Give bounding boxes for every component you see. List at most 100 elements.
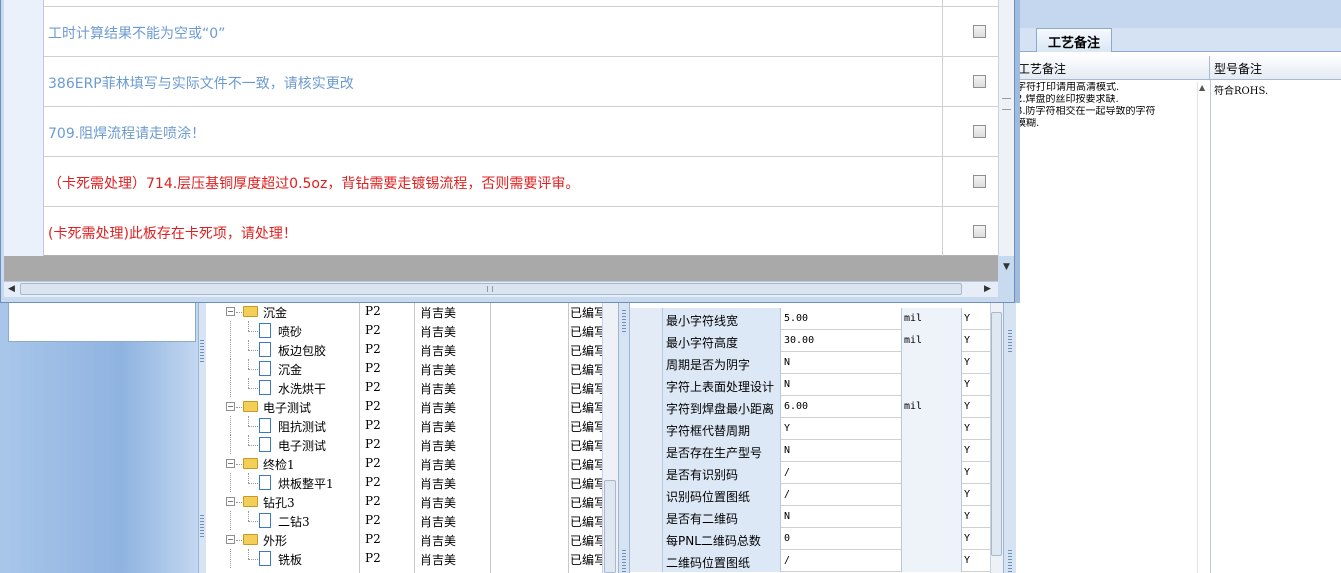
property-flag[interactable]: Y xyxy=(962,308,990,330)
check-message-row[interactable]: 386ERP菲林填写与实际文件不一致，请核实更改 xyxy=(4,57,998,107)
property-flag[interactable]: Y xyxy=(962,462,990,484)
property-value[interactable]: 5.00 xyxy=(781,308,902,330)
property-row[interactable]: 每PNL二维码总数 0 Y xyxy=(630,528,990,550)
row-header[interactable] xyxy=(630,462,663,484)
property-value[interactable]: / xyxy=(781,462,902,484)
tab-process-remark[interactable]: 工艺备注 xyxy=(1036,28,1112,52)
property-value[interactable]: / xyxy=(781,550,902,572)
property-value[interactable]: Y xyxy=(781,418,902,440)
row-header[interactable] xyxy=(630,396,663,418)
confirm-checkbox[interactable] xyxy=(973,25,986,38)
property-value[interactable]: N xyxy=(781,506,902,528)
check-message-row[interactable]: （卡死需处理）714.层压基铜厚度超过0.5oz，背钻需要走镀锡流程，否则需要评… xyxy=(4,157,998,207)
row-header[interactable] xyxy=(630,528,663,550)
property-row[interactable]: 是否有识别码 / Y xyxy=(630,462,990,484)
property-row[interactable]: 二维码位置图纸 / Y xyxy=(630,550,990,572)
row-header[interactable] xyxy=(630,352,663,374)
column-header-model-remark[interactable]: 型号备注 xyxy=(1211,56,1341,80)
property-row[interactable]: 最小字符高度 30.00 mil Y xyxy=(630,330,990,352)
property-value[interactable]: 6.00 xyxy=(781,396,902,418)
row-header[interactable] xyxy=(4,0,44,7)
confirm-checkbox[interactable] xyxy=(973,225,986,238)
check-message-row[interactable]: (卡死需处理)此板存在卡死项，请处理！ xyxy=(4,207,998,257)
left-list-box[interactable] xyxy=(8,302,196,342)
property-value[interactable]: N xyxy=(781,352,902,374)
confirm-checkbox[interactable] xyxy=(973,175,986,188)
process-remark-cell[interactable]: 字符打印请用高清模式. 2.焊盘的丝印按要求缺. 3.防字符相交在一起导致的字符 模糊… xyxy=(1016,82,1198,130)
collapse-icon[interactable]: − xyxy=(226,402,235,411)
model-remark-cell[interactable]: 符合ROHS. xyxy=(1214,82,1268,97)
row-header[interactable] xyxy=(630,440,663,462)
property-row[interactable]: 识别码位置图纸 / Y xyxy=(630,484,990,506)
scroll-left-arrow-icon[interactable]: ◀ xyxy=(8,284,15,294)
property-value[interactable]: N xyxy=(781,374,902,396)
property-row[interactable]: 字符到焊盘最小距离 6.00 mil Y xyxy=(630,396,990,418)
horizontal-scroll-thumb[interactable] xyxy=(20,283,962,295)
check-message-row[interactable]: 工时计算结果不能为空或“0” xyxy=(4,7,998,57)
property-flag[interactable]: Y xyxy=(962,440,990,462)
row-header[interactable] xyxy=(4,157,44,207)
property-value[interactable]: 30.00 xyxy=(781,330,902,352)
middle-splitter[interactable] xyxy=(618,300,630,573)
tree-row[interactable]: − 沉金 P2 肖吉美 已编写 xyxy=(206,302,618,321)
left-splitter[interactable] xyxy=(198,300,206,573)
confirm-checkbox[interactable] xyxy=(973,125,986,138)
tree-row[interactable]: 电子测试 P2 肖吉美 已编写 xyxy=(206,435,618,454)
property-flag[interactable]: Y xyxy=(962,396,990,418)
property-flag[interactable]: Y xyxy=(962,374,990,396)
tree-row[interactable]: 阻抗测试 P2 肖吉美 已编写 xyxy=(206,416,618,435)
property-row[interactable]: 是否存在生产型号 N Y xyxy=(630,440,990,462)
property-flag[interactable]: Y xyxy=(962,352,990,374)
row-header[interactable] xyxy=(630,418,663,440)
tree-row[interactable]: 二钻3 P2 肖吉美 已编写 xyxy=(206,511,618,530)
tree-row[interactable]: 沉金 P2 肖吉美 已编写 xyxy=(206,359,618,378)
tree-row[interactable]: − 钻孔3 P2 肖吉美 已编写 xyxy=(206,492,618,511)
confirm-checkbox[interactable] xyxy=(973,75,986,88)
scroll-down-arrow-icon[interactable]: ▼ xyxy=(1003,262,1010,272)
property-row[interactable]: 是否有二维码 N Y xyxy=(630,506,990,528)
tree-row[interactable]: − 电子测试 P2 肖吉美 已编写 xyxy=(206,397,618,416)
grid-vertical-scrollbar[interactable]: ▼ xyxy=(998,0,1014,272)
property-value[interactable]: / xyxy=(781,484,902,506)
collapse-icon[interactable]: − xyxy=(226,497,235,506)
property-row[interactable]: 字符框代替周期 Y Y xyxy=(630,418,990,440)
property-row[interactable]: 最小字符线宽 5.00 mil Y xyxy=(630,308,990,330)
property-flag[interactable]: Y xyxy=(962,330,990,352)
property-flag[interactable]: Y xyxy=(962,506,990,528)
scroll-right-arrow-icon[interactable]: ▶ xyxy=(984,284,991,294)
row-header[interactable] xyxy=(630,308,663,330)
row-header[interactable] xyxy=(4,107,44,157)
tree-row[interactable]: 板边包胶 P2 肖吉美 已编写 xyxy=(206,340,618,359)
property-scroll-thumb[interactable] xyxy=(991,312,1002,556)
collapse-icon[interactable]: − xyxy=(226,307,235,316)
row-header[interactable] xyxy=(4,7,44,57)
property-value[interactable]: N xyxy=(781,440,902,462)
column-header-process-remark[interactable]: 工艺备注 xyxy=(1016,56,1210,80)
property-value[interactable]: 0 xyxy=(781,528,902,550)
remark-cell-scrollbar[interactable]: ▲ xyxy=(1197,82,1209,573)
tree-row[interactable]: 喷砂 P2 肖吉美 已编写 xyxy=(206,321,618,340)
tree-row[interactable]: − 终检1 P2 肖吉美 已编写 xyxy=(206,454,618,473)
row-header[interactable] xyxy=(4,207,44,257)
tree-row[interactable]: − 外形 P2 肖吉美 已编写 xyxy=(206,530,618,549)
row-header[interactable] xyxy=(630,550,663,572)
tree-row[interactable]: 水洗烘干 P2 肖吉美 已编写 xyxy=(206,378,618,397)
property-row[interactable]: 字符上表面处理设计 N Y xyxy=(630,374,990,396)
row-header[interactable] xyxy=(630,374,663,396)
property-flag[interactable]: Y xyxy=(962,418,990,440)
collapse-icon[interactable]: − xyxy=(226,535,235,544)
row-header[interactable] xyxy=(630,330,663,352)
check-message-row[interactable] xyxy=(4,0,998,7)
row-header[interactable] xyxy=(630,484,663,506)
tree-row[interactable]: 烘板整平1 P2 肖吉美 已编写 xyxy=(206,473,618,492)
check-message-row[interactable]: 709.阻焊流程请走喷涂！ xyxy=(4,107,998,157)
property-row[interactable]: 周期是否为阴字 N Y xyxy=(630,352,990,374)
tree-scroll-thumb[interactable] xyxy=(604,480,616,573)
row-header[interactable] xyxy=(4,57,44,107)
property-flag[interactable]: Y xyxy=(962,484,990,506)
dialog-size-grip[interactable] xyxy=(998,281,1014,297)
right-splitter[interactable] xyxy=(1003,300,1016,573)
property-flag[interactable]: Y xyxy=(962,528,990,550)
collapse-icon[interactable]: − xyxy=(226,459,235,468)
property-flag[interactable]: Y xyxy=(962,550,990,572)
